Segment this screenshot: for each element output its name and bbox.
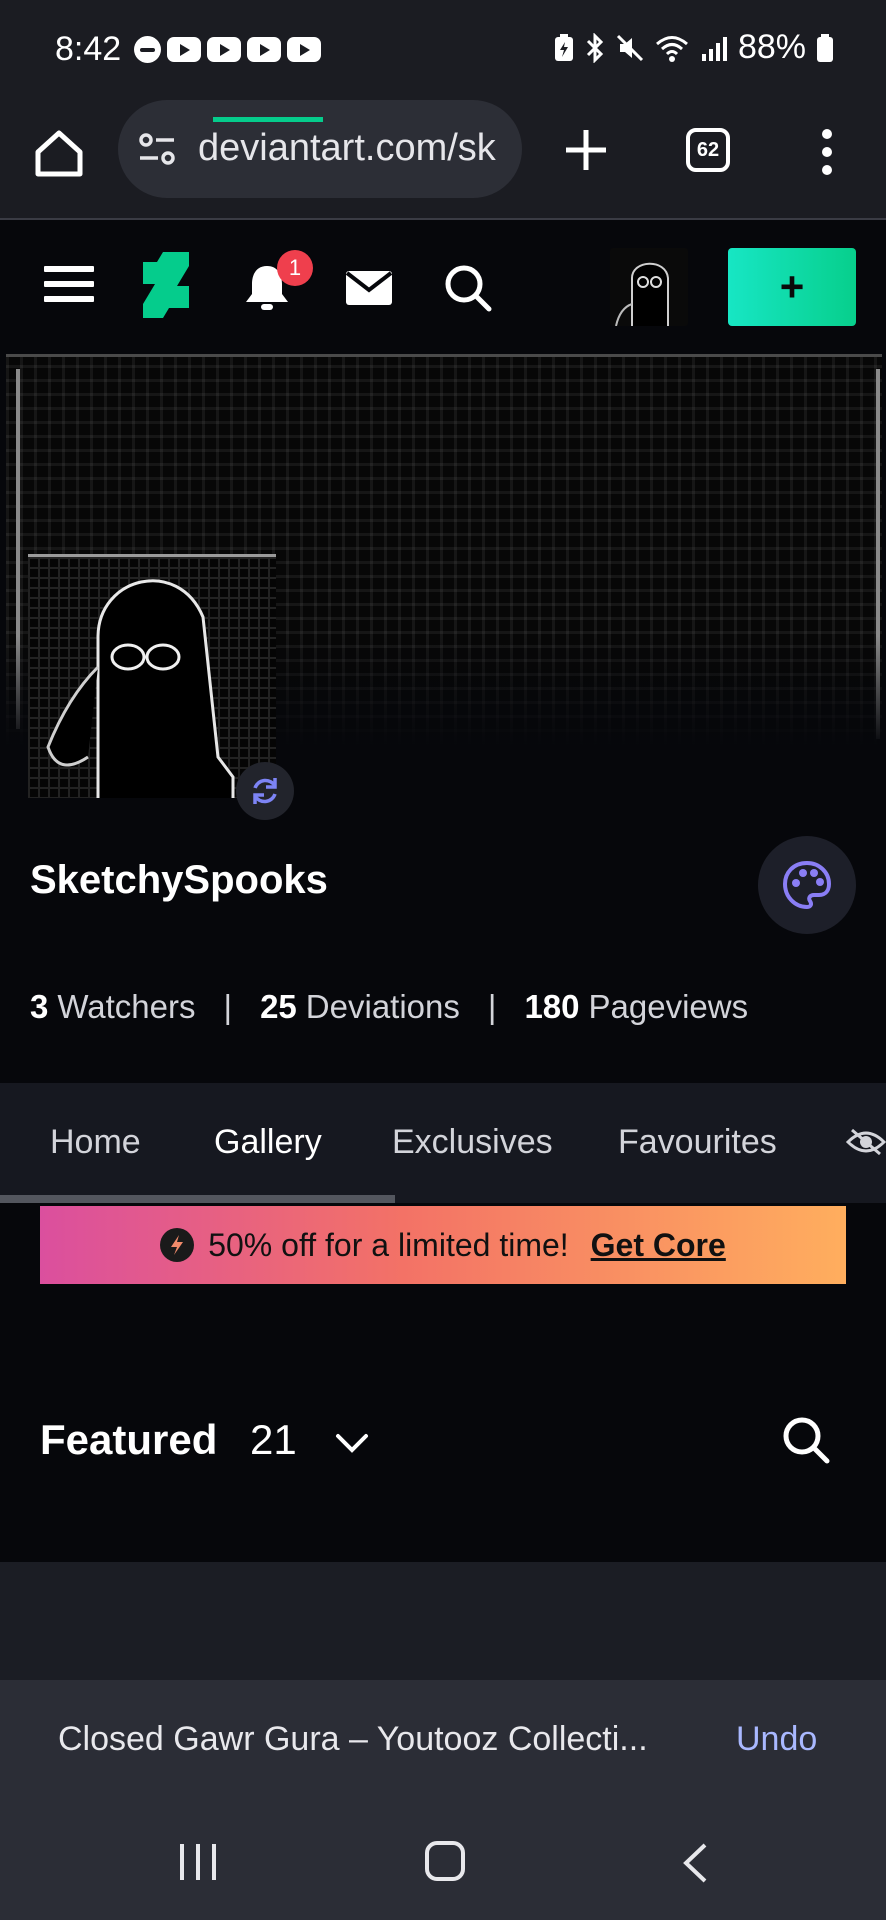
status-bar: 8:42 88% (0, 0, 886, 100)
youtube-icon (247, 37, 281, 62)
overflow-menu-icon[interactable] (813, 128, 841, 176)
undo-button[interactable]: Undo (736, 1720, 817, 1759)
home-button-icon[interactable] (425, 1841, 465, 1881)
tab-exclusives[interactable]: Exclusives (392, 1123, 553, 1162)
deviantart-logo[interactable] (143, 252, 189, 318)
messages-mail-icon[interactable] (345, 270, 393, 306)
browser-toolbar: deviantart.com/sk 62 (0, 100, 886, 220)
hamburger-menu-icon[interactable] (44, 266, 94, 306)
back-icon[interactable] (680, 1842, 710, 1884)
mute-icon (616, 34, 643, 61)
youtube-icon (207, 37, 241, 62)
promo-text: 50% off for a limited time! (208, 1226, 569, 1263)
do-not-disturb-icon (134, 36, 161, 63)
youtube-icon (167, 37, 201, 62)
profile-avatar-image (28, 557, 276, 798)
battery-icon (817, 33, 833, 62)
tab-home[interactable]: Home (50, 1123, 141, 1162)
site-header: 1 + (0, 222, 886, 352)
address-bar[interactable]: deviantart.com/sk (118, 100, 522, 198)
bluetooth-icon (586, 32, 604, 63)
signal-icon (701, 36, 727, 61)
core-bolt-icon (160, 1228, 195, 1262)
refresh-avatar-icon[interactable] (236, 762, 294, 820)
site-settings-icon[interactable] (138, 130, 178, 170)
create-deviation-button[interactable]: + (728, 248, 856, 326)
system-navigation-bar (0, 1800, 886, 1920)
wifi-icon (655, 35, 688, 62)
new-tab-icon[interactable] (562, 126, 610, 174)
palette-icon (782, 860, 832, 910)
tab-switcher-button[interactable]: 62 (686, 128, 730, 172)
status-notification-icons (134, 36, 321, 63)
tab-favourites[interactable]: Favourites (618, 1123, 777, 1162)
snackbar-message: Closed Gawr Gura – Youtooz Collecti... (58, 1720, 648, 1758)
theme-palette-button[interactable] (758, 836, 856, 934)
user-avatar-image (615, 262, 669, 326)
closed-tab-snackbar: Closed Gawr Gura – Youtooz Collecti... U… (0, 1680, 886, 1800)
profile-avatar[interactable] (28, 554, 276, 798)
core-promo-banner[interactable]: 50% off for a limited time! Get Core (40, 1206, 846, 1284)
featured-count: 21 (250, 1416, 297, 1463)
profile-stats: 3 Watchers | 25 Deviations | 180 Pageviews (30, 988, 749, 1026)
featured-section-header: Featured 21 (40, 1412, 846, 1468)
tab-gallery[interactable]: Gallery (214, 1123, 322, 1162)
status-time: 8:42 (55, 30, 122, 68)
status-system-icons: 88% (554, 28, 834, 67)
stat-pageviews: 180 Pageviews (524, 988, 749, 1025)
user-avatar[interactable] (610, 248, 688, 326)
battery-saver-icon (554, 33, 573, 61)
battery-percentage: 88% (737, 28, 806, 66)
featured-title: Featured (40, 1416, 218, 1463)
tabs-scroll-indicator (0, 1195, 395, 1203)
url-text: deviantart.com/sk (198, 127, 496, 169)
search-icon[interactable] (444, 264, 492, 312)
active-tab-indicator (213, 117, 323, 122)
profile-username: SketchySpooks (30, 858, 328, 902)
eye-icon[interactable] (846, 1128, 886, 1156)
home-icon[interactable] (30, 124, 88, 182)
get-core-link[interactable]: Get Core (591, 1227, 726, 1264)
recent-apps-icon[interactable] (178, 1842, 218, 1882)
stat-deviations[interactable]: 25 Deviations (260, 988, 460, 1026)
youtube-icon (287, 37, 321, 62)
gallery-search-icon[interactable] (782, 1416, 830, 1464)
chevron-down-icon[interactable] (335, 1432, 369, 1454)
stat-watchers[interactable]: 3 Watchers (30, 988, 196, 1026)
profile-tabs: Home Gallery Exclusives Favourites (0, 1083, 886, 1203)
notification-count-badge: 1 (277, 250, 313, 286)
gallery-content-area (0, 1562, 886, 1680)
